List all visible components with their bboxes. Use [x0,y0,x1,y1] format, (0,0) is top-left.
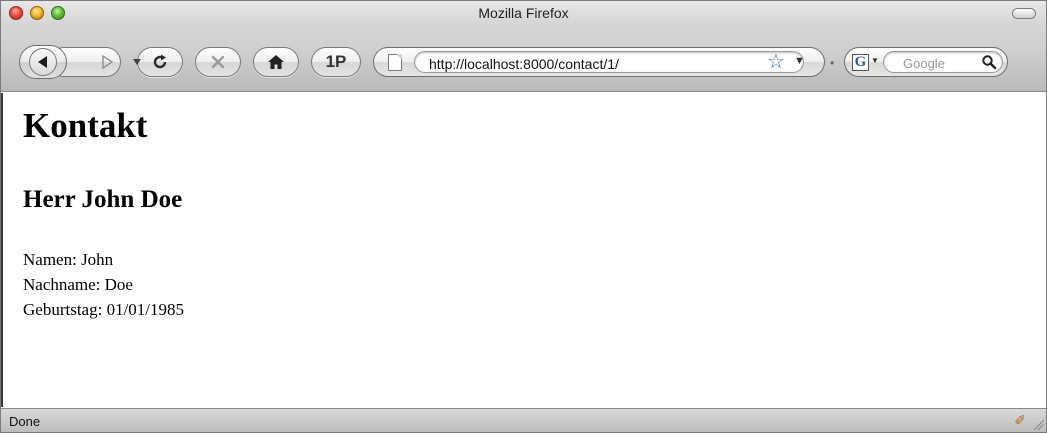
stop-icon [211,55,225,69]
page-heading: Kontakt [23,106,148,145]
page-icon [388,54,402,71]
search-engine-icon[interactable]: G [852,54,869,71]
detail-first-name: Namen: John [23,250,114,269]
reload-button[interactable] [137,47,183,77]
home-button[interactable] [253,47,299,77]
url-dropdown-icon[interactable]: ▼ [794,55,805,67]
toolbar-separator: • [830,56,835,70]
detail-birthday: Geburtstag: 01/01/1985 [23,300,185,319]
toolbar-toggle-button[interactable] [1012,8,1036,19]
back-button[interactable] [19,45,67,79]
status-bar: Done ✐ [1,408,1046,432]
contact-name-heading: Herr John Doe [23,186,183,213]
search-icon[interactable] [981,54,997,70]
browser-chrome: Mozilla Firefox 1P http://localhost:8000… [1,1,1046,92]
search-engine-dropdown-icon[interactable]: ▼ [871,56,879,65]
history-dropdown-icon[interactable] [133,59,141,65]
addon-status-icon[interactable]: ✐ [1014,412,1026,429]
search-placeholder[interactable]: Google [903,56,945,71]
window-title: Mozilla Firefox [478,5,569,21]
onepassword-button[interactable]: 1P [311,47,361,77]
page-content: Kontakt Herr John Doe Namen: John Nachna… [1,93,1046,407]
detail-last-name: Nachname: Doe [23,275,133,294]
browser-window: Mozilla Firefox 1P http://localhost:8000… [0,0,1047,433]
url-text[interactable]: http://localhost:8000/contact/1/ [429,56,619,72]
bookmark-star-icon[interactable]: ☆ [767,52,785,72]
navigation-group [19,45,141,79]
home-icon [268,55,284,69]
back-icon [38,56,47,68]
resize-grip-icon[interactable] [1032,418,1044,430]
status-text: Done [9,414,41,429]
reload-icon [153,54,167,69]
stop-button[interactable] [195,47,241,77]
forward-icon [102,55,114,69]
